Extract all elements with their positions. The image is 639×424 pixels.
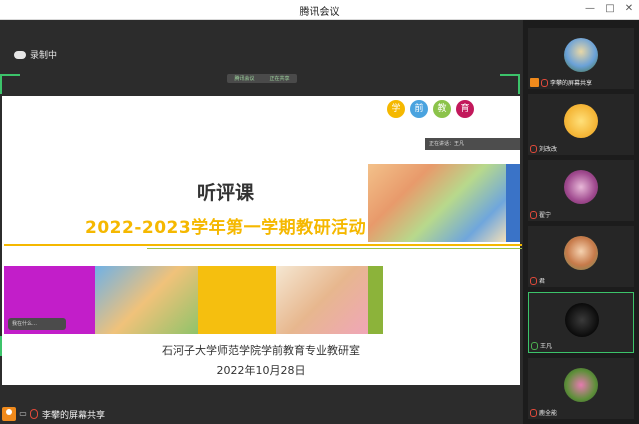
slide-subtitle: 2022-2023学年第一学期教研活动 xyxy=(85,218,367,238)
minimize-button[interactable]: — xyxy=(583,2,597,16)
green-block xyxy=(368,266,383,334)
presentation-slide: 学 前 教 育 正在讲话：王凡 听评课 2022-2023学年第一学期教研活动 … xyxy=(2,96,522,385)
divider-green xyxy=(147,248,522,249)
frame-corner-tr xyxy=(500,74,520,94)
title-bar: 腾讯会议 — □ ✕ xyxy=(0,0,639,20)
participant-tile-active[interactable]: 王凡 xyxy=(528,292,634,353)
close-button[interactable]: ✕ xyxy=(622,2,636,16)
classroom-photo xyxy=(368,164,506,242)
speaking-indicator: 正在讲话：王凡 xyxy=(425,138,520,150)
participant-name: 李攀的屏幕共享 xyxy=(550,80,593,87)
app-title: 腾讯会议 xyxy=(299,7,340,18)
flower-avatar xyxy=(564,170,598,204)
emoji-avatar xyxy=(564,104,598,138)
date-text: 2022年10月28日 xyxy=(216,364,306,377)
cloud-icon xyxy=(14,50,26,59)
blue-accent-bar xyxy=(506,164,520,242)
participant-name: 王凡 xyxy=(540,343,553,350)
maximize-button[interactable]: □ xyxy=(603,2,617,16)
recording-indicator: 录制中 xyxy=(14,48,57,61)
participant-tile[interactable]: 刘改改 xyxy=(528,94,634,155)
participant-name: 君 xyxy=(539,278,546,285)
participant-name: 鹿全能 xyxy=(539,410,558,417)
dark-avatar xyxy=(565,303,599,337)
participant-name: 刘改改 xyxy=(539,146,558,153)
participant-tile[interactable]: 翟宁 xyxy=(528,160,634,221)
screen-share-icon: ▭ xyxy=(19,409,27,418)
landscape-avatar xyxy=(564,38,598,72)
participant-tile[interactable]: 鹿全能 xyxy=(528,358,634,419)
circle-4: 育 xyxy=(456,100,474,118)
mic-muted-icon xyxy=(530,408,537,417)
participant-tile[interactable]: 李攀的屏幕共享 xyxy=(528,28,634,89)
host-icon xyxy=(2,407,16,421)
shared-screen-area: 录制中 腾讯会议 正在共享 学 前 教 育 正在讲话：王凡 听评课 2022-2… xyxy=(0,20,522,424)
participant-sidebar: 李攀的屏幕共享 刘改改 翟宁 君 王凡 鹿全能 xyxy=(523,20,639,424)
meeting-window: 腾讯会议 — □ ✕ 录制中 腾讯会议 正在共享 学 前 教 育 正在讲话：王凡 xyxy=(0,0,639,424)
host-icon xyxy=(530,78,539,87)
mic-muted-icon xyxy=(530,276,537,285)
children-play-photo xyxy=(95,266,198,334)
divider-yellow xyxy=(4,244,522,246)
mic-muted-icon xyxy=(530,210,537,219)
organization-text: 石河子大学师范学院学前教育专业教研室 xyxy=(162,344,360,357)
screen-share-label-bar: ▭ 李攀的屏幕共享 xyxy=(2,406,105,422)
cartoon-avatar xyxy=(564,236,598,270)
participant-name: 翟宁 xyxy=(539,212,552,219)
plant-avatar xyxy=(564,368,598,402)
recording-label: 录制中 xyxy=(30,51,58,61)
circle-1: 学 xyxy=(387,100,405,118)
slide-title: 听评课 xyxy=(197,182,255,204)
edu-circles: 学 前 教 育 xyxy=(387,100,474,118)
share-status-pill[interactable]: 腾讯会议 正在共享 xyxy=(227,74,297,83)
share-pill-right: 正在共享 xyxy=(269,76,290,82)
children-drawing-photo xyxy=(276,266,368,334)
mic-muted-icon xyxy=(541,78,548,87)
mic-muted-icon xyxy=(30,409,38,419)
yellow-block xyxy=(198,266,276,334)
circle-2: 前 xyxy=(410,100,428,118)
circle-3: 教 xyxy=(433,100,451,118)
chat-chip[interactable]: 我在什么… xyxy=(8,318,66,330)
share-pill-left: 腾讯会议 xyxy=(234,76,255,82)
participant-tile[interactable]: 君 xyxy=(528,226,634,287)
mic-on-icon xyxy=(531,341,538,350)
screen-share-label: 李攀的屏幕共享 xyxy=(42,410,106,421)
frame-corner-tl xyxy=(0,74,20,94)
mic-muted-icon xyxy=(530,144,537,153)
